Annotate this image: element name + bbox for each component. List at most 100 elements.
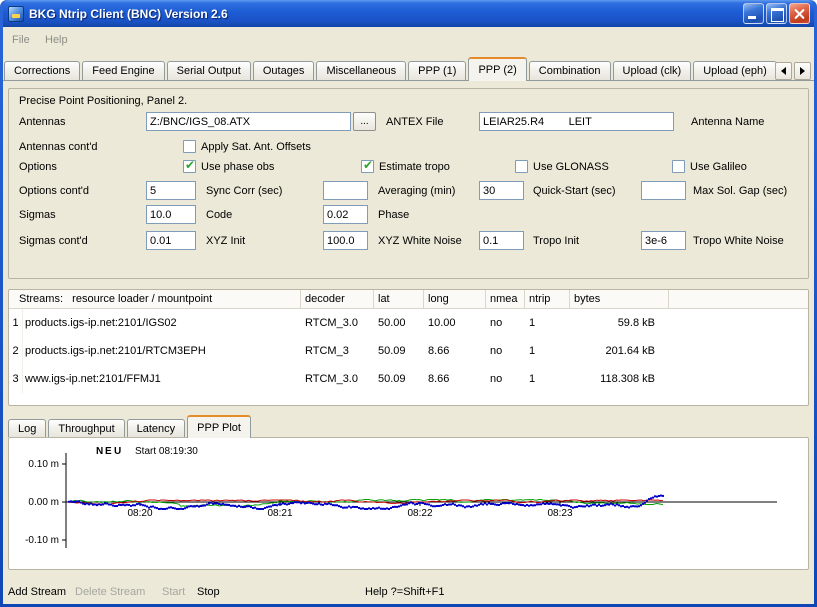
tab-upload-eph[interactable]: Upload (eph) xyxy=(693,61,777,80)
start-button[interactable]: Start xyxy=(162,581,185,604)
view-tab-latency[interactable]: Latency xyxy=(127,419,186,437)
tab-serial-output[interactable]: Serial Output xyxy=(167,61,251,80)
left-arrow-icon xyxy=(781,67,786,75)
tab-combination[interactable]: Combination xyxy=(529,61,611,80)
header-decoder: decoder xyxy=(301,290,374,308)
app-icon[interactable] xyxy=(8,6,24,22)
view-tab-ppp-plot[interactable]: PPP Plot xyxy=(187,415,251,438)
tab-upload-clk[interactable]: Upload (clk) xyxy=(613,61,692,80)
averaging-input[interactable] xyxy=(323,181,368,200)
cell-filler xyxy=(669,337,808,365)
close-button[interactable] xyxy=(789,3,810,24)
row-number: 1 xyxy=(9,309,23,337)
streams-header: Streams: resource loader / mountpoint de… xyxy=(9,290,808,309)
sigma-phase-label: Phase xyxy=(378,205,409,225)
svg-text:0.00 m: 0.00 m xyxy=(28,497,59,508)
stream-row-2[interactable]: 2products.igs-ip.net:2101/RTCM3EPHRTCM_3… xyxy=(9,337,808,365)
estimate-tropo-checkbox[interactable] xyxy=(361,160,374,173)
right-arrow-icon xyxy=(800,67,805,75)
cell-ntrip: 1 xyxy=(525,365,570,393)
titlebar[interactable]: BKG Ntrip Client (BNC) Version 2.6 xyxy=(3,0,814,27)
cell-decoder: RTCM_3 xyxy=(301,337,374,365)
svg-text:08:22: 08:22 xyxy=(407,508,432,519)
maximize-button[interactable] xyxy=(766,3,787,24)
header-filler xyxy=(669,290,808,308)
use-glonass-label: Use GLONASS xyxy=(533,157,609,177)
cell-bytes: 59.8 kB xyxy=(570,309,669,337)
options-contd-label: Options cont'd xyxy=(19,181,89,201)
stop-button[interactable]: Stop xyxy=(197,581,220,604)
cell-long: 8.66 xyxy=(424,337,486,365)
antex-browse-button[interactable]: ... xyxy=(353,112,376,131)
menu-file[interactable]: File xyxy=(8,27,34,53)
menubar: File Help xyxy=(3,27,814,53)
cell-nmea: no xyxy=(486,309,525,337)
cell-nmea: no xyxy=(486,337,525,365)
tab-corrections[interactable]: Corrections xyxy=(4,61,80,80)
header-bytes: bytes xyxy=(570,290,669,308)
cell-bytes: 118.308 kB xyxy=(570,365,669,393)
svg-text:E: E xyxy=(105,446,112,457)
cell-lat: 50.09 xyxy=(374,337,424,365)
use-phase-obs-checkbox[interactable] xyxy=(183,160,196,173)
panel-title: Precise Point Positioning, Panel 2. xyxy=(19,95,187,107)
tab-scroll-right-button[interactable] xyxy=(794,62,811,80)
minimize-button[interactable] xyxy=(743,3,764,24)
tropo-init-input[interactable] xyxy=(479,231,524,250)
svg-text:08:23: 08:23 xyxy=(547,508,572,519)
quick-start-label: Quick-Start (sec) xyxy=(533,181,616,201)
bnc-window: BKG Ntrip Client (BNC) Version 2.6 File … xyxy=(0,0,817,607)
quick-start-input[interactable] xyxy=(479,181,524,200)
antenna-name-label: Antenna Name xyxy=(691,112,764,132)
svg-text:0.10 m: 0.10 m xyxy=(28,459,59,470)
max-sol-gap-input[interactable] xyxy=(641,181,686,200)
tab-feed-engine[interactable]: Feed Engine xyxy=(82,61,164,80)
options-label: Options xyxy=(19,157,57,177)
tab-outages[interactable]: Outages xyxy=(253,61,315,80)
main-tabbar: CorrectionsFeed EngineSerial OutputOutag… xyxy=(4,57,774,81)
antennas-contd-row: Antennas cont'd Apply Sat. Ant. Offsets xyxy=(9,137,808,157)
cell-decoder: RTCM_3.0 xyxy=(301,365,374,393)
header-mountpoint: Streams: resource loader / mountpoint xyxy=(9,290,301,308)
apply-sat-ant-offsets-label: Apply Sat. Ant. Offsets xyxy=(201,137,311,157)
xyz-init-input[interactable] xyxy=(146,231,196,250)
stream-row-3[interactable]: 3www.igs-ip.net:2101/FFMJ1RTCM_3.050.098… xyxy=(9,365,808,393)
xyz-white-noise-input[interactable] xyxy=(323,231,368,250)
sigmas-label: Sigmas xyxy=(19,205,56,225)
antenna-name-input[interactable] xyxy=(479,112,674,131)
cell-mountpoint: products.igs-ip.net:2101/RTCM3EPH xyxy=(23,337,301,365)
cell-long: 8.66 xyxy=(424,365,486,393)
header-nmea: nmea xyxy=(486,290,525,308)
view-tab-log[interactable]: Log xyxy=(8,419,46,437)
menu-help[interactable]: Help xyxy=(41,27,72,53)
view-tab-throughput[interactable]: Throughput xyxy=(48,419,124,437)
use-glonass-checkbox[interactable] xyxy=(515,160,528,173)
sync-corr-input[interactable] xyxy=(146,181,196,200)
tab-miscellaneous[interactable]: Miscellaneous xyxy=(316,61,406,80)
tab-ppp-2[interactable]: PPP (2) xyxy=(468,57,526,81)
svg-text:08:21: 08:21 xyxy=(267,508,292,519)
tropo-init-label: Tropo Init xyxy=(533,231,579,251)
ppp-plot-svg: 0.10 m0.00 m-0.10 m08:2008:2108:2208:23N… xyxy=(9,438,808,569)
sigma-phase-input[interactable] xyxy=(323,205,368,224)
cell-long: 10.00 xyxy=(424,309,486,337)
ppp-plot-panel: 0.10 m0.00 m-0.10 m08:2008:2108:2208:23N… xyxy=(8,437,809,570)
stream-row-1[interactable]: 1products.igs-ip.net:2101/IGS02RTCM_3.05… xyxy=(9,309,808,337)
row-number: 3 xyxy=(9,365,23,393)
tropo-white-noise-label: Tropo White Noise xyxy=(693,231,784,251)
delete-stream-button[interactable]: Delete Stream xyxy=(75,581,145,604)
apply-sat-ant-offsets-checkbox[interactable] xyxy=(183,140,196,153)
use-galileo-checkbox[interactable] xyxy=(672,160,685,173)
antex-path-input[interactable] xyxy=(146,112,351,131)
window-controls xyxy=(743,3,810,24)
sigma-code-input[interactable] xyxy=(146,205,196,224)
tab-ppp-1[interactable]: PPP (1) xyxy=(408,61,466,80)
cell-filler xyxy=(669,365,808,393)
svg-text:08:20: 08:20 xyxy=(127,508,152,519)
cell-mountpoint: products.igs-ip.net:2101/IGS02 xyxy=(23,309,301,337)
estimate-tropo-label: Estimate tropo xyxy=(379,157,450,177)
add-stream-button[interactable]: Add Stream xyxy=(8,581,66,604)
cell-nmea: no xyxy=(486,365,525,393)
tropo-white-noise-input[interactable] xyxy=(641,231,686,250)
tab-scroll-left-button[interactable] xyxy=(775,62,792,80)
